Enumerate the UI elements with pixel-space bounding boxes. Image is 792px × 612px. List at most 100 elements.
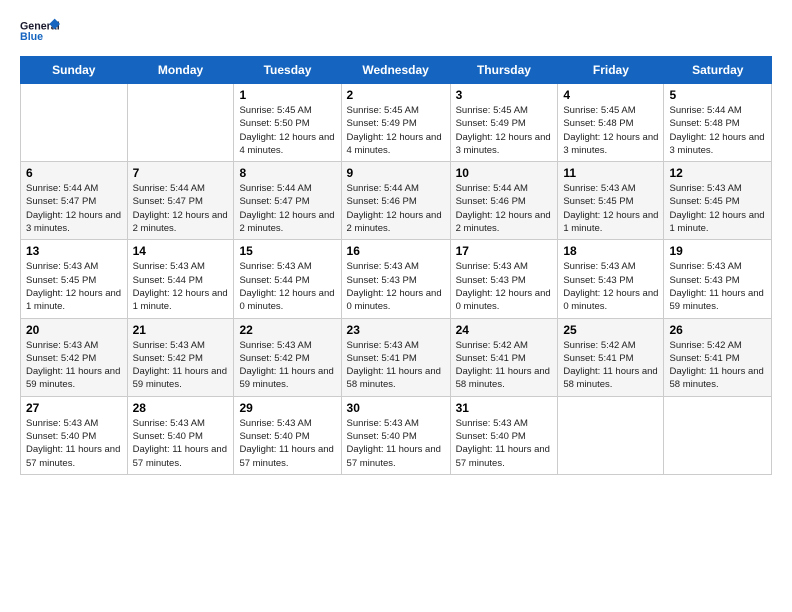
header-cell-sunday: Sunday [21, 57, 128, 84]
day-info: Sunrise: 5:43 AM Sunset: 5:45 PM Dayligh… [669, 182, 766, 235]
day-cell: 13Sunrise: 5:43 AM Sunset: 5:45 PM Dayli… [21, 240, 128, 318]
week-row-5: 27Sunrise: 5:43 AM Sunset: 5:40 PM Dayli… [21, 396, 772, 474]
day-info: Sunrise: 5:44 AM Sunset: 5:47 PM Dayligh… [26, 182, 122, 235]
day-number: 25 [563, 323, 658, 337]
day-cell [127, 84, 234, 162]
day-info: Sunrise: 5:43 AM Sunset: 5:42 PM Dayligh… [239, 339, 335, 392]
day-number: 20 [26, 323, 122, 337]
day-number: 30 [347, 401, 445, 415]
day-info: Sunrise: 5:43 AM Sunset: 5:40 PM Dayligh… [347, 417, 445, 470]
day-info: Sunrise: 5:44 AM Sunset: 5:48 PM Dayligh… [669, 104, 766, 157]
day-cell: 11Sunrise: 5:43 AM Sunset: 5:45 PM Dayli… [558, 162, 664, 240]
day-number: 8 [239, 166, 335, 180]
day-cell: 30 Sunrise: 5:43 AM Sunset: 5:40 PM Dayli… [341, 396, 450, 474]
day-info: Sunrise: 5:44 AM Sunset: 5:47 PM Dayligh… [239, 182, 335, 235]
day-cell: 29 Sunrise: 5:43 AM Sunset: 5:40 PM Dayli… [234, 396, 341, 474]
day-info: Sunrise: 5:43 AM Sunset: 5:43 PM Dayligh… [563, 260, 658, 313]
day-cell: 28 Sunrise: 5:43 AM Sunset: 5:40 PM Dayli… [127, 396, 234, 474]
day-info: Sunrise: 5:43 AM Sunset: 5:42 PM Dayligh… [26, 339, 122, 392]
day-cell: 8 Sunrise: 5:44 AM Sunset: 5:47 PM Daylig… [234, 162, 341, 240]
day-number: 2 [347, 88, 445, 102]
day-info: Sunrise: 5:45 AM Sunset: 5:48 PM Dayligh… [563, 104, 658, 157]
day-info: Sunrise: 5:43 AM Sunset: 5:42 PM Dayligh… [133, 339, 229, 392]
week-row-1: 1 Sunrise: 5:45 AM Sunset: 5:50 PM Daylig… [21, 84, 772, 162]
day-info: Sunrise: 5:42 AM Sunset: 5:41 PM Dayligh… [563, 339, 658, 392]
day-number: 29 [239, 401, 335, 415]
day-number: 1 [239, 88, 335, 102]
day-cell: 9 Sunrise: 5:44 AM Sunset: 5:46 PM Daylig… [341, 162, 450, 240]
calendar-table: SundayMondayTuesdayWednesdayThursdayFrid… [20, 56, 772, 475]
day-info: Sunrise: 5:43 AM Sunset: 5:40 PM Dayligh… [456, 417, 553, 470]
day-cell: 6 Sunrise: 5:44 AM Sunset: 5:47 PM Daylig… [21, 162, 128, 240]
day-cell: 27Sunrise: 5:43 AM Sunset: 5:40 PM Dayli… [21, 396, 128, 474]
day-cell: 23Sunrise: 5:43 AM Sunset: 5:41 PM Dayli… [341, 318, 450, 396]
logo: General Blue [20, 16, 60, 46]
header-cell-friday: Friday [558, 57, 664, 84]
day-number: 17 [456, 244, 553, 258]
day-cell: 18 Sunrise: 5:43 AM Sunset: 5:43 PM Dayli… [558, 240, 664, 318]
week-row-4: 20 Sunrise: 5:43 AM Sunset: 5:42 PM Dayli… [21, 318, 772, 396]
day-cell: 19 Sunrise: 5:43 AM Sunset: 5:43 PM Dayli… [664, 240, 772, 318]
day-number: 19 [669, 244, 766, 258]
day-cell: 15 Sunrise: 5:43 AM Sunset: 5:44 PM Dayli… [234, 240, 341, 318]
day-cell: 5Sunrise: 5:44 AM Sunset: 5:48 PM Daylig… [664, 84, 772, 162]
day-number: 14 [133, 244, 229, 258]
day-info: Sunrise: 5:43 AM Sunset: 5:43 PM Dayligh… [347, 260, 445, 313]
logo-icon: General Blue [20, 16, 60, 44]
day-cell [664, 396, 772, 474]
calendar-header: SundayMondayTuesdayWednesdayThursdayFrid… [21, 57, 772, 84]
day-info: Sunrise: 5:44 AM Sunset: 5:47 PM Dayligh… [133, 182, 229, 235]
day-cell [21, 84, 128, 162]
day-number: 3 [456, 88, 553, 102]
day-info: Sunrise: 5:44 AM Sunset: 5:46 PM Dayligh… [347, 182, 445, 235]
day-info: Sunrise: 5:43 AM Sunset: 5:45 PM Dayligh… [563, 182, 658, 235]
day-cell: 12Sunrise: 5:43 AM Sunset: 5:45 PM Dayli… [664, 162, 772, 240]
day-number: 21 [133, 323, 229, 337]
header-row: SundayMondayTuesdayWednesdayThursdayFrid… [21, 57, 772, 84]
day-cell: 2Sunrise: 5:45 AM Sunset: 5:49 PM Daylig… [341, 84, 450, 162]
day-cell: 3 Sunrise: 5:45 AM Sunset: 5:49 PM Daylig… [450, 84, 558, 162]
day-number: 24 [456, 323, 553, 337]
day-info: Sunrise: 5:42 AM Sunset: 5:41 PM Dayligh… [456, 339, 553, 392]
day-number: 16 [347, 244, 445, 258]
day-number: 22 [239, 323, 335, 337]
day-number: 4 [563, 88, 658, 102]
day-cell: 4 Sunrise: 5:45 AM Sunset: 5:48 PM Daylig… [558, 84, 664, 162]
day-number: 23 [347, 323, 445, 337]
week-row-2: 6 Sunrise: 5:44 AM Sunset: 5:47 PM Daylig… [21, 162, 772, 240]
day-info: Sunrise: 5:43 AM Sunset: 5:40 PM Dayligh… [133, 417, 229, 470]
day-info: Sunrise: 5:43 AM Sunset: 5:44 PM Dayligh… [239, 260, 335, 313]
day-cell: 14 Sunrise: 5:43 AM Sunset: 5:44 PM Dayli… [127, 240, 234, 318]
day-info: Sunrise: 5:45 AM Sunset: 5:50 PM Dayligh… [239, 104, 335, 157]
day-number: 31 [456, 401, 553, 415]
day-number: 7 [133, 166, 229, 180]
day-info: Sunrise: 5:43 AM Sunset: 5:40 PM Dayligh… [239, 417, 335, 470]
day-info: Sunrise: 5:42 AM Sunset: 5:41 PM Dayligh… [669, 339, 766, 392]
day-cell: 7 Sunrise: 5:44 AM Sunset: 5:47 PM Daylig… [127, 162, 234, 240]
day-number: 28 [133, 401, 229, 415]
header-cell-monday: Monday [127, 57, 234, 84]
day-info: Sunrise: 5:45 AM Sunset: 5:49 PM Dayligh… [456, 104, 553, 157]
day-number: 13 [26, 244, 122, 258]
day-number: 6 [26, 166, 122, 180]
page-header: General Blue [20, 16, 772, 46]
day-info: Sunrise: 5:43 AM Sunset: 5:40 PM Dayligh… [26, 417, 122, 470]
day-cell: 26Sunrise: 5:42 AM Sunset: 5:41 PM Dayli… [664, 318, 772, 396]
day-info: Sunrise: 5:43 AM Sunset: 5:43 PM Dayligh… [669, 260, 766, 313]
header-cell-thursday: Thursday [450, 57, 558, 84]
day-cell: 1 Sunrise: 5:45 AM Sunset: 5:50 PM Daylig… [234, 84, 341, 162]
header-cell-saturday: Saturday [664, 57, 772, 84]
day-number: 15 [239, 244, 335, 258]
day-number: 18 [563, 244, 658, 258]
calendar-body: 1 Sunrise: 5:45 AM Sunset: 5:50 PM Daylig… [21, 84, 772, 475]
header-cell-wednesday: Wednesday [341, 57, 450, 84]
day-cell: 25 Sunrise: 5:42 AM Sunset: 5:41 PM Dayli… [558, 318, 664, 396]
header-cell-tuesday: Tuesday [234, 57, 341, 84]
week-row-3: 13Sunrise: 5:43 AM Sunset: 5:45 PM Dayli… [21, 240, 772, 318]
day-cell: 16 Sunrise: 5:43 AM Sunset: 5:43 PM Dayli… [341, 240, 450, 318]
day-info: Sunrise: 5:43 AM Sunset: 5:44 PM Dayligh… [133, 260, 229, 313]
day-cell: 21 Sunrise: 5:43 AM Sunset: 5:42 PM Dayli… [127, 318, 234, 396]
day-number: 9 [347, 166, 445, 180]
day-cell: 10Sunrise: 5:44 AM Sunset: 5:46 PM Dayli… [450, 162, 558, 240]
day-cell [558, 396, 664, 474]
